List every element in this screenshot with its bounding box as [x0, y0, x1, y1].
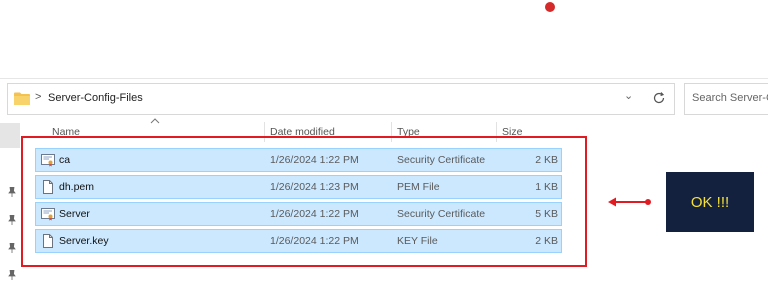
- pin-icon[interactable]: [8, 243, 16, 253]
- search-input[interactable]: [692, 92, 768, 104]
- annotation-ok-callout: OK !!!: [666, 172, 754, 232]
- navigation-pane: [0, 120, 22, 289]
- refresh-icon[interactable]: [652, 91, 666, 105]
- pin-icon[interactable]: [8, 187, 16, 197]
- sort-ascending-icon: [150, 118, 160, 124]
- annotation-arrow-icon: [608, 197, 651, 207]
- red-dot-marker: [545, 2, 555, 12]
- address-bar[interactable]: > Server-Config-Files ⌄: [7, 83, 675, 115]
- nav-selected-item[interactable]: [0, 123, 20, 148]
- screenshot-page: > Server-Config-Files ⌄ Name Date modifi…: [0, 0, 768, 289]
- chevron-down-icon[interactable]: ⌄: [624, 89, 633, 102]
- pin-icon[interactable]: [8, 270, 16, 280]
- annotation-ok-label: OK !!!: [690, 193, 730, 211]
- address-bar-row: > Server-Config-Files ⌄: [0, 78, 768, 117]
- pin-icon[interactable]: [8, 215, 16, 225]
- breadcrumb-current-folder[interactable]: Server-Config-Files: [48, 92, 143, 104]
- search-box[interactable]: [684, 83, 768, 115]
- annotation-highlight-outline: [21, 136, 587, 267]
- breadcrumb-separator: >: [35, 91, 42, 103]
- folder-icon: [14, 92, 30, 105]
